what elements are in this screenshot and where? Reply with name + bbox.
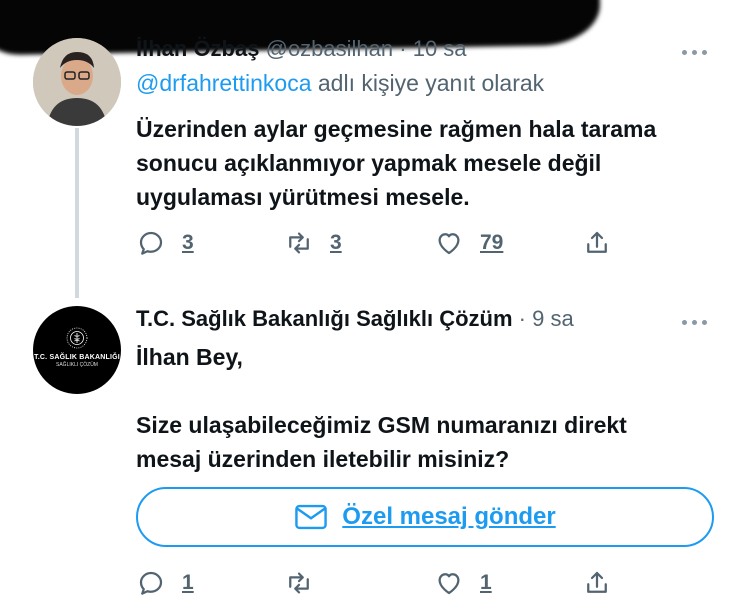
thread-connector-line <box>75 128 79 298</box>
tweet1-text-line: Üzerinden aylar geçmesine rağmen hala ta… <box>136 116 657 142</box>
like-icon <box>438 233 460 255</box>
share-icon <box>587 231 607 253</box>
share-button[interactable] <box>582 223 612 263</box>
reply-context: @drfahrettinkoca adlı kişiye yanıt olara… <box>136 70 544 97</box>
retweet-button[interactable] <box>284 563 314 603</box>
tweet1-header: İlhan Özbaş @ozbasilhan · 10 sa <box>136 36 467 62</box>
author-name[interactable]: İlhan Özbaş <box>136 36 259 61</box>
retweet-icon <box>289 232 309 254</box>
retweet-count[interactable]: 3 <box>330 231 342 255</box>
reply-count[interactable]: 3 <box>182 231 194 255</box>
tweet2-text-line: Size ulaşabileceğimiz GSM numaranızı dir… <box>136 412 627 438</box>
send-dm-button[interactable]: Özel mesaj gönder <box>136 487 714 547</box>
tweet2-text: İlhan Bey, Size ulaşabileceğimiz GSM num… <box>136 340 726 476</box>
share-icon <box>587 571 607 593</box>
tweet2-actions: 1 1 <box>136 563 636 603</box>
ministry-emblem-icon <box>66 327 88 349</box>
avatar-text-1: T.C. SAĞLIK BAKANLIĞI <box>34 354 120 361</box>
reply-context-suffix: adlı kişiye yanıt olarak <box>311 70 545 96</box>
reply-icon <box>139 571 163 595</box>
author-handle[interactable]: @ozbasilhan <box>266 36 394 61</box>
tweet-time[interactable]: · 9 sa <box>519 306 574 331</box>
reply-button[interactable]: 3 <box>136 223 194 263</box>
retweet-button[interactable]: 3 <box>284 223 342 263</box>
retweet-icon <box>289 572 309 594</box>
reply-icon <box>139 231 163 255</box>
tweet2-text-line: mesaj üzerinden iletebilir misiniz? <box>136 446 510 472</box>
avatar-saglik-bakanligi[interactable]: T.C. SAĞLIK BAKANLIĞI SAĞLIKLI ÇÖZÜM <box>33 306 121 394</box>
more-icon[interactable] <box>682 312 716 326</box>
tweet1-actions: 3 3 79 <box>136 223 636 263</box>
like-count[interactable]: 1 <box>480 571 492 595</box>
more-icon[interactable] <box>682 42 716 56</box>
like-icon <box>438 573 460 595</box>
send-dm-label: Özel mesaj gönder <box>342 503 556 530</box>
avatar-ilhan[interactable] <box>33 38 121 126</box>
tweet1-text-line: uygulaması yürütmesi mesele. <box>136 184 470 210</box>
like-button[interactable]: 79 <box>434 223 503 263</box>
like-button[interactable]: 1 <box>434 563 492 603</box>
tweet1-text-line: sonucu açıklanmıyor yapmak mesele değil <box>136 150 602 176</box>
mention-link[interactable]: @drfahrettinkoca <box>136 70 312 96</box>
tweet1-text: Üzerinden aylar geçmesine rağmen hala ta… <box>136 112 726 214</box>
share-button[interactable] <box>582 563 612 603</box>
like-count[interactable]: 79 <box>480 231 503 255</box>
reply-button[interactable]: 1 <box>136 563 194 603</box>
tweet2-text-line: İlhan Bey, <box>136 344 243 370</box>
reply-count[interactable]: 1 <box>182 571 194 595</box>
mail-icon <box>295 504 328 530</box>
avatar-text-2: SAĞLIKLI ÇÖZÜM <box>56 362 98 368</box>
author-name[interactable]: T.C. Sağlık Bakanlığı Sağlıklı Çözüm <box>136 306 513 331</box>
tweet-time[interactable]: · 10 sa <box>399 36 466 61</box>
tweet2-header: T.C. Sağlık Bakanlığı Sağlıklı Çözüm · 9… <box>136 306 574 332</box>
